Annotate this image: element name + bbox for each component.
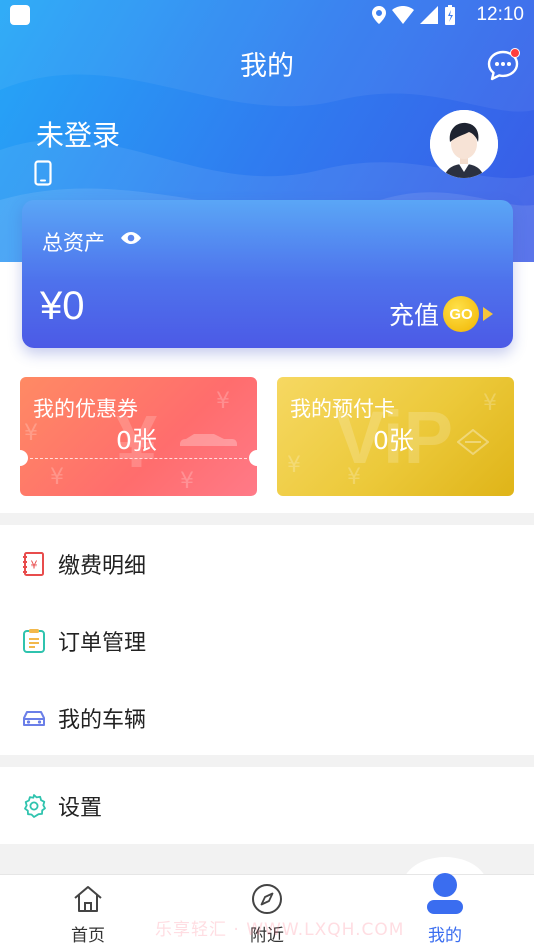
nav-home[interactable]: 首页 — [38, 875, 138, 950]
watermark-text: 乐享轻汇 · WWW.LXQH.COM — [155, 920, 405, 940]
page-title: 我的 — [240, 51, 294, 82]
wifi-icon — [392, 6, 414, 24]
battery-icon — [445, 5, 455, 25]
yen-decor-icon: ¥ — [24, 421, 38, 446]
menu-item-my-vehicles[interactable]: 我的车辆 — [0, 679, 534, 756]
coupon-count: 0张 — [116, 426, 157, 455]
menu-label: 订单管理 — [58, 630, 147, 656]
svg-text:¥: ¥ — [31, 559, 38, 572]
yen-decor-icon: ¥ — [216, 389, 230, 414]
total-assets-label: 总资产 — [42, 231, 105, 255]
menu-item-order-management[interactable]: 订单管理 — [0, 602, 534, 679]
user-icon — [427, 873, 463, 914]
car-icon — [23, 711, 45, 726]
ticket-divider — [30, 458, 247, 459]
play-arrow-icon — [483, 307, 493, 321]
signal-icon — [420, 6, 438, 24]
prepaid-card[interactable]: ViP ¥ ¥ ¥ 我的预付卡 0张 — [277, 377, 514, 496]
yen-decor-icon: ¥ — [483, 391, 497, 416]
avatar-illustration-icon — [430, 110, 498, 178]
car-silhouette-icon — [180, 434, 237, 446]
location-icon — [372, 6, 386, 24]
coupon-label: 我的优惠券 — [33, 397, 138, 421]
recharge-label: 充值 — [388, 301, 439, 330]
eye-icon[interactable] — [120, 230, 142, 246]
yen-decor-icon: ¥ — [287, 453, 301, 478]
receipt-icon: ¥ — [23, 552, 44, 576]
unread-badge — [510, 48, 520, 58]
status-time: 12:10 — [476, 4, 524, 25]
compass-icon — [252, 884, 282, 914]
total-assets-value: ¥0 — [40, 284, 85, 328]
total-assets-card[interactable]: 总资产 ¥0 充值 GO — [22, 200, 513, 348]
status-bar: 12:10 — [0, 0, 534, 30]
menu-list: ¥ 缴费明细 订单管理 我的车辆 — [0, 525, 534, 755]
prepaid-label: 我的预付卡 — [290, 397, 395, 421]
order-list-icon — [23, 629, 45, 653]
menu-item-settings[interactable]: 设置 — [0, 767, 534, 844]
login-status[interactable]: 未登录 — [36, 114, 120, 154]
menu-label: 我的车辆 — [58, 707, 147, 733]
avatar[interactable] — [430, 110, 498, 178]
home-icon — [74, 886, 102, 912]
go-badge: GO — [443, 296, 479, 332]
nav-label: 我的 — [428, 926, 462, 946]
yen-decor-icon: ¥ — [180, 469, 194, 494]
phone-icon — [34, 160, 52, 186]
diamond-decor-icon — [457, 429, 489, 455]
prepaid-count: 0张 — [373, 426, 414, 455]
coupon-card[interactable]: ¥ ¥ ¥ ¥ ¥ 我的优惠券 0张 — [20, 377, 257, 496]
nav-label: 首页 — [71, 926, 105, 946]
nav-mine[interactable]: 我的 — [395, 873, 495, 950]
gear-icon — [24, 794, 46, 818]
yen-decor-icon: ¥ — [347, 465, 361, 490]
settings-list: 设置 — [0, 767, 534, 844]
recharge-button[interactable]: 充值 GO — [389, 296, 493, 332]
yen-decor-icon: ¥ — [50, 465, 64, 490]
message-button[interactable] — [486, 48, 520, 82]
menu-item-payment-details[interactable]: ¥ 缴费明细 — [0, 525, 534, 602]
app-notification-icon — [10, 5, 30, 25]
menu-label: 缴费明细 — [58, 553, 147, 579]
menu-label: 设置 — [58, 795, 103, 821]
